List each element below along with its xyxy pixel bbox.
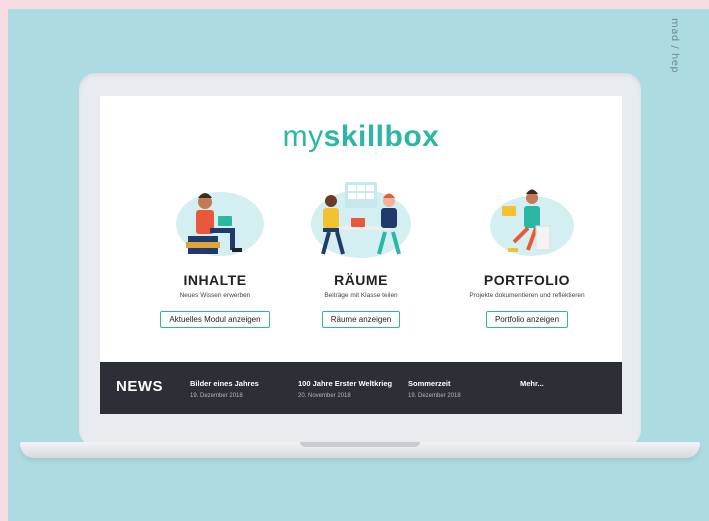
card-subtitle: Projekte dokumentieren und reflektieren: [469, 292, 585, 299]
show-rooms-button[interactable]: Räume anzeigen: [321, 311, 401, 328]
news-heading: NEWS: [116, 378, 163, 395]
collaboration-illustration: [311, 182, 411, 258]
reading-person-illustration: [176, 192, 264, 256]
card-title: RÄUME: [334, 272, 388, 288]
news-item[interactable]: Bilder eines Jahres 19. Dezember 2018: [190, 378, 290, 399]
laptop-notch: [300, 442, 420, 447]
news-item-date: 20. November 2018: [298, 393, 351, 399]
news-item-date: 19. Dezember 2018: [190, 393, 243, 399]
card-raeume: RÄUME Beiträge mit Klasse teilen Räume a…: [281, 176, 441, 328]
news-bar: NEWS Bilder eines Jahres 19. Dezember 20…: [100, 362, 622, 414]
photo-credit: mad / hep: [669, 18, 680, 74]
news-more-link[interactable]: Mehr...: [520, 378, 580, 389]
show-portfolio-button[interactable]: Portfolio anzeigen: [485, 311, 569, 328]
app-logo[interactable]: myskillbox: [100, 120, 622, 154]
card-title: INHALTE: [183, 272, 247, 288]
news-item[interactable]: 100 Jahre Erster Weltkrieg 20. November …: [298, 378, 398, 399]
news-more-label: Mehr...: [520, 379, 544, 388]
show-current-module-button[interactable]: Aktuelles Modul anzeigen: [160, 311, 270, 328]
card-portfolio: PORTFOLIO Projekte dokumentieren und ref…: [447, 176, 607, 328]
card-title: PORTFOLIO: [483, 272, 571, 288]
news-item-date: 19. Dezember 2018: [408, 393, 461, 399]
news-item-title: Bilder eines Jahres: [190, 379, 259, 388]
news-item[interactable]: Sommerzeit 19. Dezember 2018: [408, 378, 508, 399]
card-subtitle: Neues Wissen erwerben: [179, 292, 251, 299]
app-screen: myskillbox INHALTE Neues Wissen erwerben…: [100, 96, 622, 414]
portfolio-illustration: [490, 189, 574, 256]
news-item-title: 100 Jahre Erster Weltkrieg: [298, 379, 393, 388]
card-subtitle: Beiträge mit Klasse teilen: [324, 292, 398, 299]
news-item-title: Sommerzeit: [408, 379, 451, 388]
logo-bold-text: skillbox: [323, 120, 440, 153]
card-inhalte: INHALTE Neues Wissen erwerben Aktuelles …: [135, 176, 295, 328]
logo-light-text: my: [282, 120, 324, 153]
